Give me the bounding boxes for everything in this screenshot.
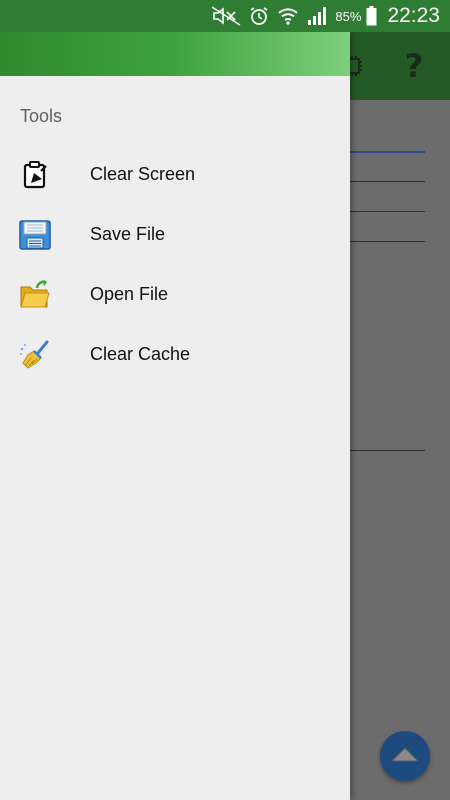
signal-icon (307, 6, 327, 26)
status-bar: 85% 22:23 (0, 0, 450, 32)
status-time: 22:23 (387, 4, 440, 27)
content-divider (350, 151, 425, 153)
drawer-item-label: Save File (90, 224, 166, 244)
mute-icon (211, 6, 241, 26)
arrow-up-icon (390, 745, 420, 768)
help-icon[interactable]: ? (396, 46, 432, 86)
navigation-drawer: Tools Clear Screen Save File Open File C… (0, 32, 350, 800)
broom-icon (18, 338, 52, 372)
drawer-item-clear-screen[interactable]: Clear Screen (0, 145, 350, 205)
status-icons: 85% 22:23 (211, 4, 440, 28)
drawer-section-title: Tools (20, 106, 63, 126)
drawer-item-clear-cache[interactable]: Clear Cache (0, 325, 350, 385)
open-folder-icon (18, 278, 52, 312)
battery-percent: 85% (335, 8, 362, 24)
alarm-icon (249, 6, 269, 26)
wifi-icon (277, 6, 299, 26)
screen: 85% 22:23 ? e (0, 0, 450, 800)
content-divider (350, 241, 425, 242)
drawer-header (0, 32, 350, 76)
content-divider (350, 181, 425, 182)
drawer-item-label: Clear Screen (90, 164, 196, 184)
clipboard-icon (18, 158, 52, 192)
scroll-up-button[interactable] (380, 731, 430, 781)
content-divider (350, 450, 425, 451)
battery-icon (366, 6, 377, 26)
drawer-menu: Clear Screen Save File Open File Clear C… (0, 145, 350, 385)
drawer-item-save-file[interactable]: Save File (0, 205, 350, 265)
content-divider (350, 211, 425, 212)
drawer-item-label: Clear Cache (90, 344, 191, 364)
help-glyph: ? (404, 47, 424, 85)
drawer-item-open-file[interactable]: Open File (0, 265, 350, 325)
floppy-disk-icon (18, 218, 52, 252)
drawer-item-label: Open File (90, 284, 169, 304)
